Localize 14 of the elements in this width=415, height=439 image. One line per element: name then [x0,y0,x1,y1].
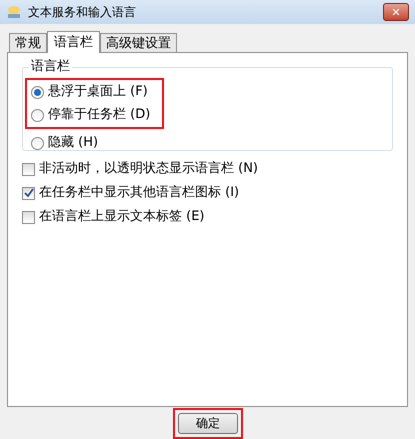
tab[interactable]: 语言栏 [47,31,100,53]
radio-option[interactable]: 悬浮于桌面上 (F) [31,83,150,101]
radio-option[interactable]: 隐藏 (H) [31,134,392,152]
ok-button[interactable]: 确定 [178,412,238,434]
tab[interactable]: 高级键设置 [100,33,177,52]
checkbox-option[interactable]: 在语言栏上显示文本标签 (E) [22,209,393,225]
tab[interactable]: 常规 [9,33,47,52]
window-title: 文本服务和输入语言 [28,4,136,21]
radio-option[interactable]: 停靠于任务栏 (D) [31,106,150,124]
checkbox-option[interactable]: 非活动时，以透明状态显示语言栏 (N) [22,161,393,177]
group-title: 语言栏 [29,59,72,75]
checkbox-option[interactable]: 在任务栏中显示其他语言栏图标 (I) [22,185,393,201]
app-icon [6,4,22,20]
check-icon [24,188,34,198]
